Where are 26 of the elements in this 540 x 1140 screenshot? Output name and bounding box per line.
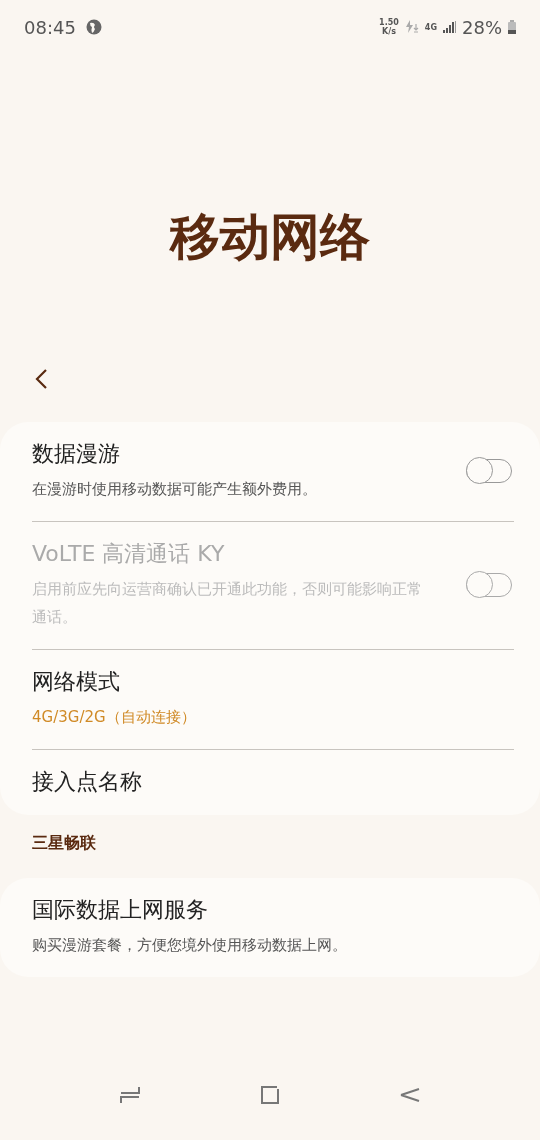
- settings-item[interactable]: 国际数据上网服务 购买漫游套餐，方便您境外使用移动数据上网。: [32, 878, 514, 977]
- signal-icon: [443, 21, 456, 33]
- item-title: 网络模式: [32, 668, 121, 696]
- home-icon[interactable]: [259, 1084, 281, 1106]
- item-title: 接入点名称: [32, 768, 143, 796]
- settings-item[interactable]: 数据漫游 在漫游时使用移动数据可能产生额外费用。: [32, 422, 514, 521]
- network-speed: 1.50 K/s: [379, 18, 399, 36]
- battery-icon: [508, 20, 516, 34]
- item-subtitle: 购买漫游套餐，方便您境外使用移动数据上网。: [32, 935, 348, 956]
- battery-percent: 28%: [462, 16, 502, 38]
- item-title: 国际数据上网服务: [32, 896, 209, 924]
- item-subtitle: 启用前应先向运营商确认已开通此功能，否则可能影响正常通话。: [32, 579, 423, 628]
- settings-item[interactable]: 接入点名称: [32, 749, 514, 815]
- item-subtitle: 在漫游时使用移动数据可能产生额外费用。: [32, 479, 318, 500]
- settings-item[interactable]: 网络模式 4G/3G/2G（自动连接）: [32, 649, 514, 749]
- network-type: 4G: [424, 22, 437, 32]
- status-time: 08:45: [24, 16, 76, 38]
- section-header: 三星畅联: [31, 832, 97, 854]
- globe-icon: [85, 19, 102, 35]
- back-icon[interactable]: [34, 368, 48, 390]
- item-title: VoLTE 高清通话 KY: [32, 540, 226, 568]
- item-title: 数据漫游: [32, 440, 121, 468]
- item-subtitle: 4G/3G/2G（自动连接）: [32, 707, 197, 728]
- charging-icon: [404, 20, 419, 34]
- recent-apps-icon[interactable]: [119, 1084, 141, 1106]
- page-title: 移动网络: [168, 207, 371, 268]
